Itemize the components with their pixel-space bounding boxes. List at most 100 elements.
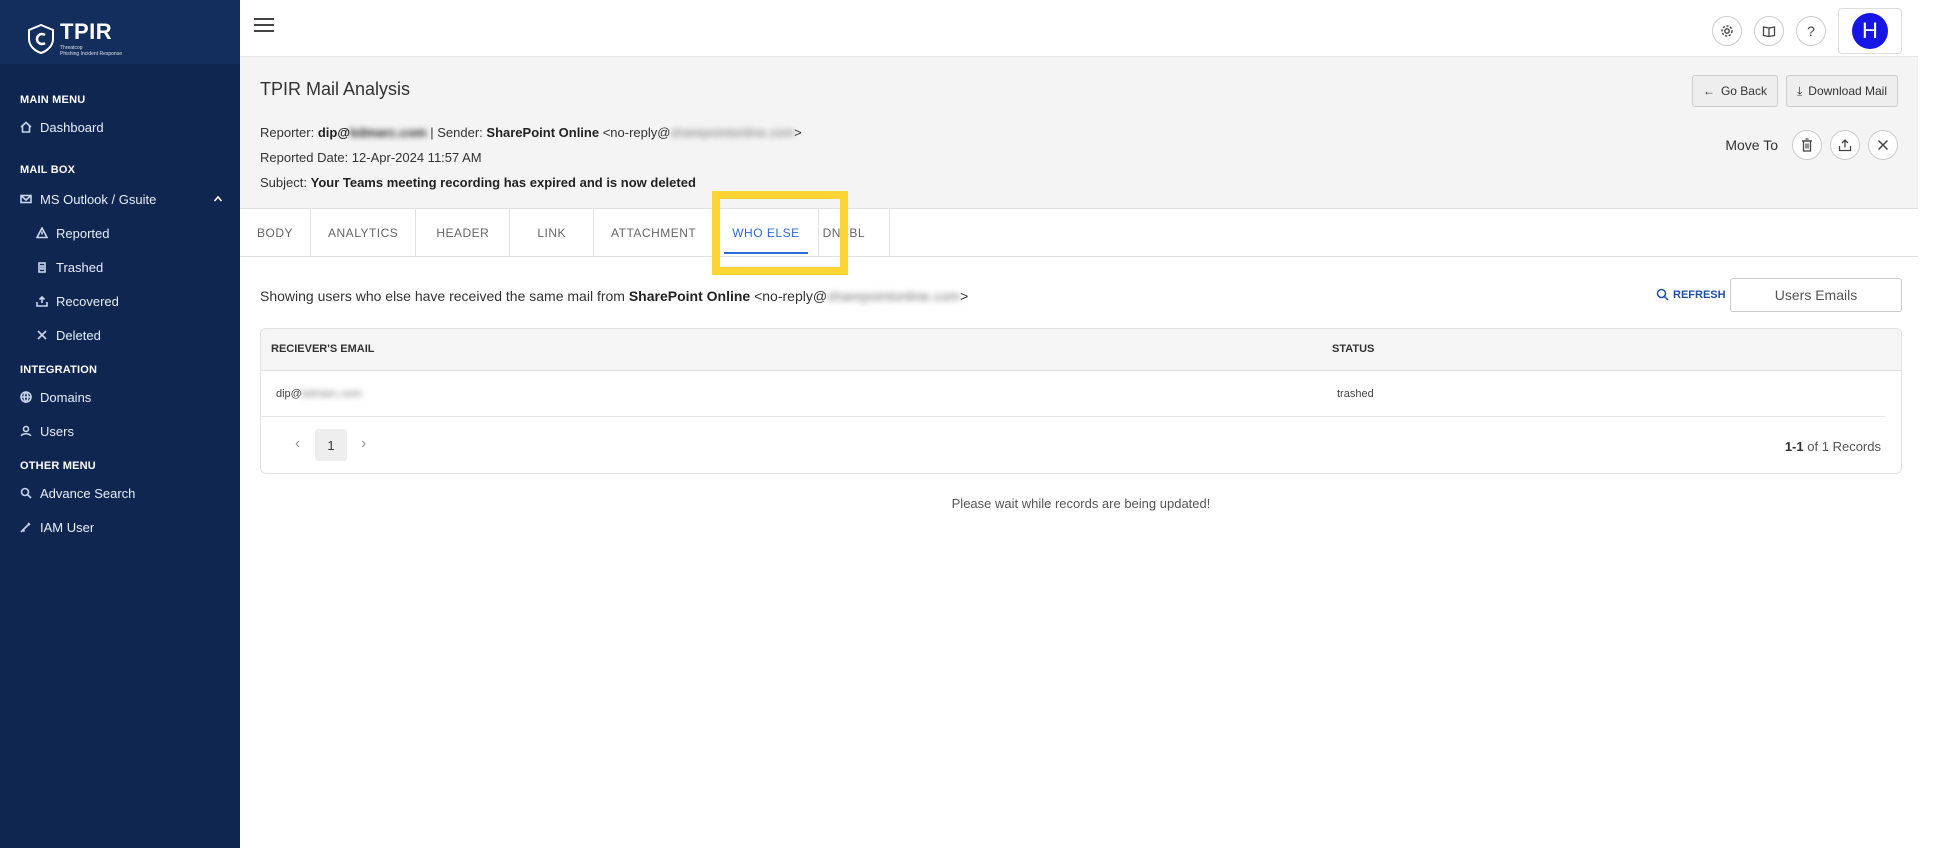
summary-email-suffix: >	[960, 288, 969, 304]
shield-logo-icon	[28, 24, 54, 54]
reporter-line: Reporter: dip@kdmarc.com | Sender: Share…	[260, 125, 802, 140]
chevron-right-icon[interactable]: ›	[361, 435, 366, 453]
chevron-left-icon[interactable]: ‹	[295, 435, 300, 453]
brand-tagline-2: Phishing Incident Response	[60, 51, 122, 57]
help-icon[interactable]: ?	[1796, 16, 1826, 46]
sidebar-item-dashboard[interactable]: Dashboard	[0, 110, 240, 144]
section-other-menu: OTHER MENU	[20, 460, 96, 472]
move-to-trash-button[interactable]	[1792, 130, 1822, 160]
sidebar-item-label: Trashed	[56, 259, 104, 275]
close-icon	[36, 329, 48, 341]
tab-link[interactable]: LINK	[510, 209, 595, 256]
close-icon	[1877, 139, 1889, 151]
sidebar-item-advance-search[interactable]: Advance Search	[0, 476, 240, 510]
who-else-table: RECIEVER'S EMAIL STATUS dip@kdmarc.com t…	[260, 328, 1902, 474]
sidebar-item-label: Advance Search	[40, 485, 136, 501]
profile-menu[interactable]: H	[1838, 8, 1902, 54]
mail-icon	[20, 193, 32, 205]
sidebar-item-trashed[interactable]: Trashed	[0, 250, 240, 284]
records-count: 1-1 of 1 Records	[1784, 439, 1881, 454]
download-icon: ⤓	[1796, 83, 1803, 98]
sidebar-item-iam-user[interactable]: IAM User	[0, 510, 240, 544]
download-mail-label: Download Mail	[1808, 84, 1887, 98]
sidebar-item-label: MS Outlook / Gsuite	[40, 191, 157, 207]
separator: |	[430, 125, 434, 140]
section-main-menu: MAIN MENU	[20, 94, 86, 106]
sidebar-item-ms-outlook[interactable]: MS Outlook / Gsuite	[0, 182, 240, 216]
sidebar-item-label: Reported	[56, 225, 110, 241]
subject-label: Subject:	[260, 175, 307, 190]
sidebar-item-reported[interactable]: Reported	[0, 216, 240, 250]
sidebar-item-label: IAM User	[40, 519, 95, 535]
arrow-left-icon: ←	[1702, 84, 1715, 98]
go-back-label: Go Back	[1720, 84, 1767, 98]
trash-icon	[1802, 138, 1812, 152]
refresh-button[interactable]: REFRESH	[1656, 288, 1726, 301]
table-row[interactable]: dip@kdmarc.com trashed	[261, 371, 1885, 417]
tab-highlight-box	[712, 191, 848, 275]
reporter-label: Reporter:	[260, 125, 315, 140]
sender-email-domain: sharepointonline.com	[670, 125, 795, 140]
sidebar-item-label: Users	[40, 423, 74, 439]
wait-message: Please wait while records are being upda…	[951, 496, 1211, 511]
page-title: TPIR Mail Analysis	[260, 79, 411, 99]
table-header: RECIEVER'S EMAIL STATUS	[261, 329, 1901, 371]
recover-icon	[1838, 139, 1852, 152]
page-number[interactable]: 1	[315, 429, 347, 461]
row-status: trashed	[1337, 388, 1374, 400]
subject-text: Your Teams meeting recording has expired…	[310, 175, 696, 190]
sidebar-item-deleted[interactable]: Deleted	[0, 318, 240, 352]
pagination: ‹ 1 › 1-1 of 1 Records	[261, 417, 1901, 473]
sender-email-prefix: <no-reply@	[602, 125, 671, 140]
reported-date-line: Reported Date: 12-Apr-2024 11:57 AM	[260, 150, 482, 165]
move-to-recover-button[interactable]	[1830, 130, 1860, 160]
globe-icon	[20, 391, 32, 403]
tab-attachment[interactable]: ATTACHMENT	[594, 209, 715, 256]
chevron-up-icon[interactable]	[212, 193, 224, 205]
refresh-label: REFRESH	[1673, 288, 1726, 301]
summary-email-domain: sharepointonline.com	[827, 288, 961, 304]
section-integration: INTEGRATION	[20, 364, 98, 376]
go-back-button[interactable]: ← Go Back	[1691, 75, 1778, 107]
summary-email-prefix: <no-reply@	[754, 288, 828, 304]
tab-body[interactable]: BODY	[240, 209, 312, 256]
user-icon	[20, 425, 32, 437]
section-mail-box: MAIL BOX	[20, 164, 76, 176]
column-header-email[interactable]: RECIEVER'S EMAIL	[271, 343, 374, 355]
move-to-delete-button[interactable]	[1868, 130, 1898, 160]
sidebar-item-domains[interactable]: Domains	[0, 380, 240, 414]
top-bar: ? H	[240, 0, 1918, 57]
users-emails-button[interactable]: Users Emails	[1730, 278, 1902, 312]
who-else-summary: Showing users who else have received the…	[260, 288, 968, 304]
row-email: dip@kdmarc.com	[276, 388, 362, 400]
move-to-label: Move To	[1725, 137, 1778, 153]
avatar: H	[1852, 13, 1888, 49]
reporter-domain: kdmarc.com	[350, 125, 427, 140]
download-mail-button[interactable]: ⤓ Download Mail	[1785, 75, 1898, 107]
search-icon	[20, 487, 32, 499]
search-icon	[1656, 288, 1669, 301]
settings-gear-icon[interactable]	[1712, 16, 1742, 46]
sidebar-item-label: Deleted	[56, 327, 101, 343]
summary-sender-name: SharePoint Online	[628, 288, 751, 304]
reported-date-label: Reported Date:	[260, 150, 349, 165]
mail-header: TPIR Mail Analysis Reporter: dip@kdmarc.…	[240, 57, 1918, 209]
sidebar-item-recovered[interactable]: Recovered	[0, 284, 240, 318]
book-icon[interactable]	[1754, 16, 1784, 46]
brand-logo[interactable]: TPIR Threatcop Phishing Incident Respons…	[0, 0, 240, 64]
brand-name: TPIR	[60, 19, 113, 44]
sidebar-item-users[interactable]: Users	[0, 414, 240, 448]
reported-date: 12-Apr-2024 11:57 AM	[351, 150, 482, 165]
tab-header[interactable]: HEADER	[416, 209, 511, 256]
sender-label: Sender:	[437, 125, 483, 140]
tab-analytics[interactable]: ANALYTICS	[311, 209, 417, 256]
column-header-status[interactable]: STATUS	[1332, 343, 1374, 355]
subject-line: Subject: Your Teams meeting recording ha…	[260, 175, 696, 190]
sidebar-item-label: Dashboard	[40, 119, 104, 135]
home-icon	[20, 121, 32, 133]
warning-icon	[36, 227, 48, 239]
sidebar-item-label: Recovered	[56, 293, 119, 309]
hamburger-menu-icon[interactable]	[254, 18, 274, 38]
summary-text: Showing users who else have received the…	[260, 288, 625, 304]
tabs-divider	[240, 256, 1918, 257]
